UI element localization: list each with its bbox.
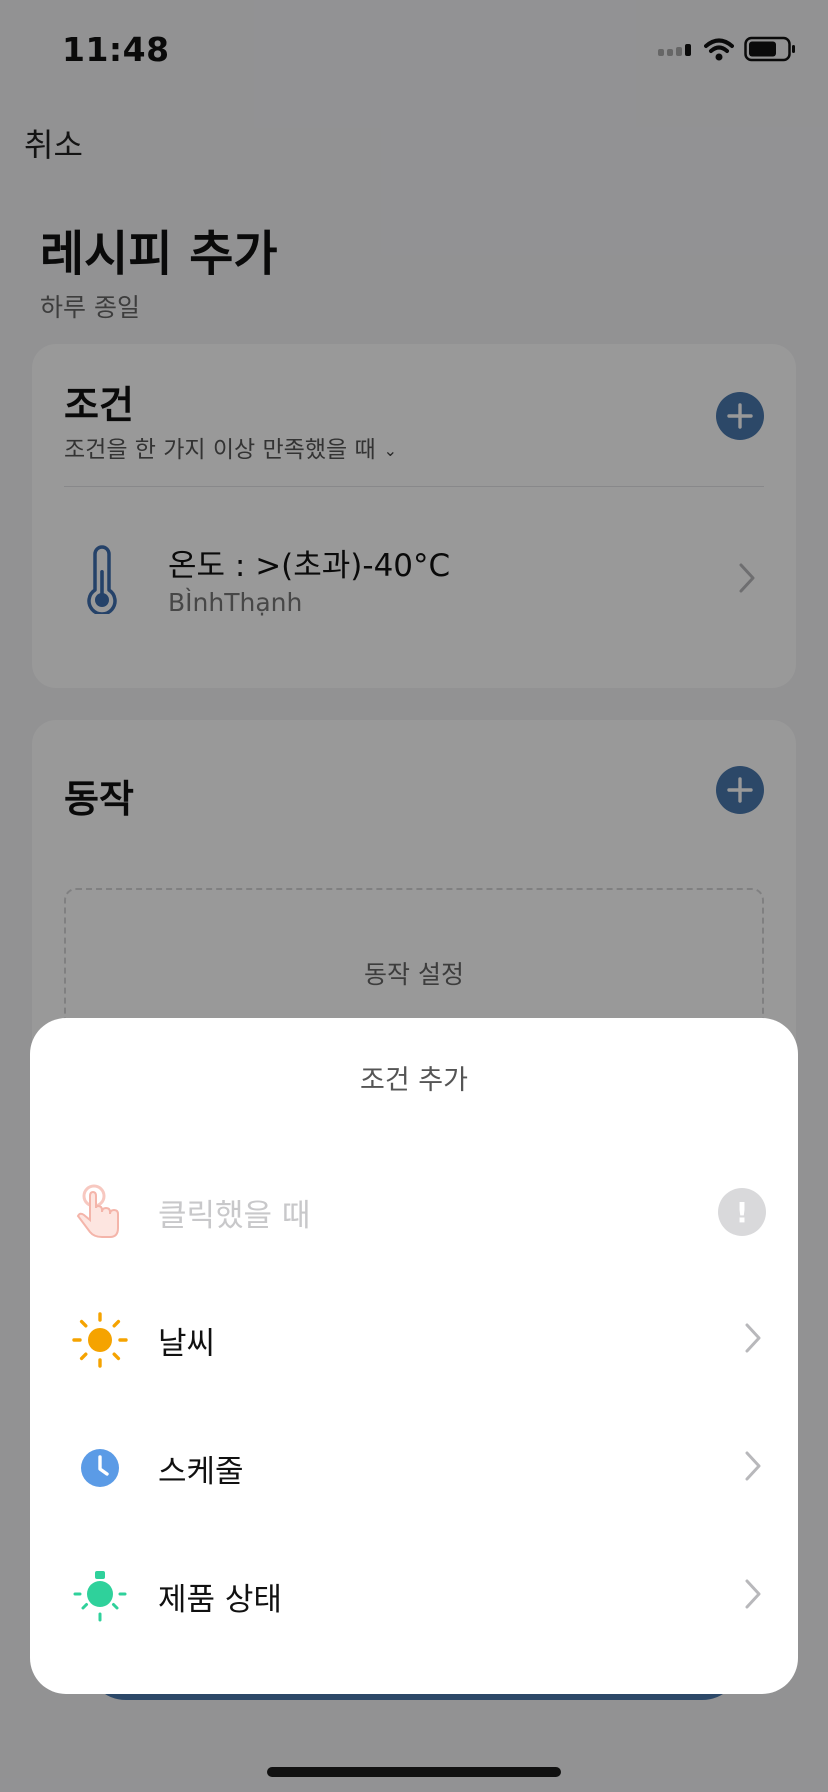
bulb-icon: [73, 1571, 127, 1622]
sheet-title: 조건 추가: [360, 1065, 468, 1096]
sun-icon: [72, 1312, 128, 1368]
chevron-right-icon: [745, 1451, 761, 1481]
clock-icon: [81, 1449, 119, 1487]
option-label: 제품 상태: [158, 1582, 282, 1618]
option-weather[interactable]: 날씨: [30, 1276, 798, 1404]
option-tap-to-run[interactable]: 클릭했을 때 !: [30, 1148, 798, 1276]
option-schedule[interactable]: 스케줄: [30, 1404, 798, 1532]
option-label: 날씨: [158, 1326, 216, 1362]
tap-hand-icon: [76, 1184, 119, 1238]
chevron-right-icon: [745, 1579, 761, 1609]
chevron-right-icon: [745, 1323, 761, 1353]
add-condition-sheet: 조건 추가 클릭했을 때 ! 날씨 스케줄 제품 상태: [30, 1018, 798, 1694]
home-indicator: [267, 1767, 561, 1777]
option-device-status[interactable]: 제품 상태: [30, 1532, 798, 1660]
warning-icon: !: [718, 1188, 766, 1236]
option-label: 클릭했을 때: [158, 1198, 311, 1234]
option-label: 스케줄: [158, 1454, 244, 1490]
